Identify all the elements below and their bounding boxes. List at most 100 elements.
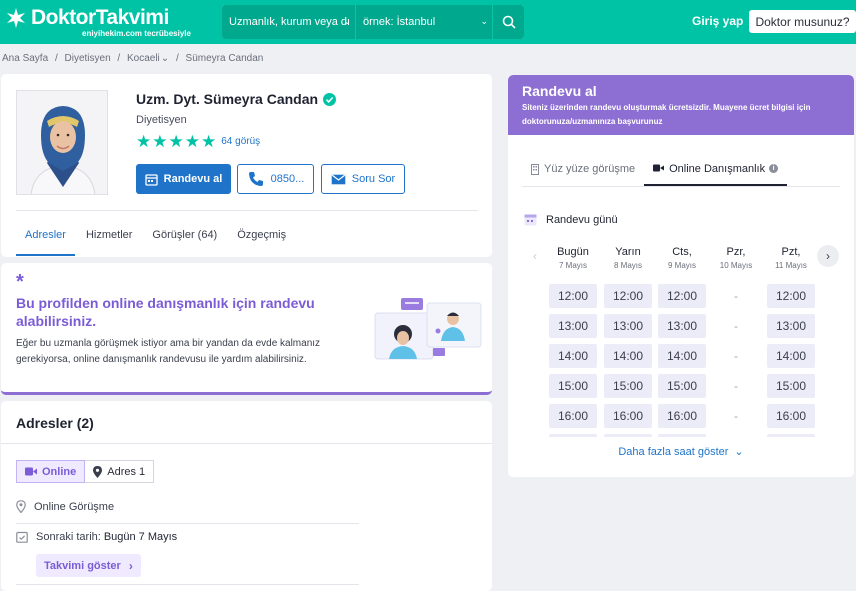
search-bar: Uzmanlık, kurum veya dı ⌄ örnek: İstanbul… <box>222 5 524 39</box>
time-slot[interactable]: 13:00 <box>767 314 815 338</box>
map-pin-icon <box>16 500 26 513</box>
map-pin-icon <box>93 465 103 478</box>
show-calendar-button[interactable]: Takvimi göster › <box>36 554 141 577</box>
appointment-day-label: Randevu günü <box>524 213 618 226</box>
star-icon: ★ <box>201 132 217 151</box>
divider <box>1 443 492 444</box>
time-slot[interactable]: 12:00 <box>658 284 706 308</box>
time-slot[interactable]: 13:00 <box>604 314 652 338</box>
envelope-icon <box>331 174 346 184</box>
time-slot[interactable]: 15:00 <box>549 374 597 398</box>
banner-text: Eğer bu uzmanla görüşmek istiyor ama bir… <box>16 338 321 365</box>
time-slot[interactable]: 16:00 <box>767 404 815 428</box>
video-call-illustration <box>374 298 482 360</box>
tab-addresses[interactable]: Adresler <box>16 211 75 256</box>
chevron-down-icon: ⌄ <box>480 16 488 26</box>
time-slot-unavailable: - <box>734 319 738 333</box>
chevron-down-icon: ⌄ <box>734 446 744 458</box>
breadcrumb-separator: / <box>117 53 121 64</box>
time-slot[interactable]: 12:00 <box>767 284 815 308</box>
day-date: 7 Mayıs <box>558 261 587 270</box>
time-slot[interactable]: 12:00 <box>549 284 597 308</box>
time-slot[interactable]: 15:00 <box>767 374 815 398</box>
time-slot[interactable]: 13:00 <box>658 314 706 338</box>
asterisk-icon: * <box>16 271 24 293</box>
booking-tabs: Yüz yüze görüşme Online Danışmanlık i <box>522 153 840 187</box>
star-icon: ★ <box>168 132 184 151</box>
breadcrumb-home[interactable]: Ana Sayfa <box>2 53 48 64</box>
specialty-placeholder: Uzmanlık, kurum veya dı <box>229 16 351 28</box>
tab-in-person[interactable]: Yüz yüze görüşme <box>522 153 644 186</box>
banner-title: Bu profilden online danışmanlık için ran… <box>16 295 315 329</box>
toggle-address-1[interactable]: Adres 1 <box>85 460 155 483</box>
show-more-times-link[interactable]: Daha fazla saat göster ⌄ <box>508 445 854 458</box>
profile-card: Uzm. Dyt. Sümeyra Candan Diyetisyen ★ ★ ★ ★… <box>1 74 492 257</box>
booking-widget: Randevu al Siteniz üzerinden randevu olu… <box>508 75 854 477</box>
tab-online-label: Online Danışmanlık <box>669 163 766 175</box>
day-date: 8 Mayıs <box>613 261 642 270</box>
day-name: Cts, <box>672 246 692 258</box>
video-camera-icon <box>653 164 665 172</box>
breadcrumb-city[interactable]: Kocaeli <box>127 53 160 64</box>
profile-tabs: Adresler Hizmetler Görüşler (64) Özgeçmi… <box>16 211 478 256</box>
phone-label: 0850... <box>270 173 305 185</box>
ask-question-button[interactable]: Soru Sor <box>321 164 405 194</box>
book-appointment-label: Randevu al <box>163 173 223 185</box>
chevron-left-icon: ‹ <box>533 249 537 263</box>
previous-days-button[interactable]: ‹ <box>524 245 546 267</box>
doctor-button[interactable]: Doktor musunuz? <box>749 10 856 33</box>
time-slot[interactable]: 14:00 <box>549 344 597 368</box>
tab-services[interactable]: Hizmetler <box>77 211 141 256</box>
book-appointment-button[interactable]: Randevu al <box>136 164 231 194</box>
day-name: Pzt, <box>781 246 801 258</box>
logo[interactable]: DoktorTakvimi eniyihekim.com tecrübesiyl… <box>4 6 191 38</box>
time-slot[interactable]: 14:00 <box>767 344 815 368</box>
show-calendar-label: Takvimi göster <box>44 559 121 572</box>
breadcrumb-current: Sümeyra Candan <box>185 53 264 64</box>
time-slot[interactable] <box>549 434 597 437</box>
time-slot-unavailable: - <box>734 379 738 393</box>
calendar-icon <box>524 214 537 226</box>
chevron-down-icon: ⌄ <box>343 16 351 26</box>
online-consultation-banner: * Bu profilden online danışmanlık için r… <box>1 263 492 395</box>
toggle-online[interactable]: Online <box>16 460 86 483</box>
location-search-input[interactable]: örnek: İstanbul ⌄ <box>356 5 492 39</box>
time-slot[interactable]: 16:00 <box>604 404 652 428</box>
time-slot[interactable]: 14:00 <box>658 344 706 368</box>
tab-biography[interactable]: Özgeçmiş <box>228 211 295 256</box>
video-camera-icon <box>25 467 37 476</box>
time-slot[interactable]: 12:00 <box>604 284 652 308</box>
doctor-photo[interactable] <box>16 90 108 195</box>
star-icon: ★ <box>184 132 200 151</box>
reviews-link[interactable]: 64 görüş <box>221 136 260 147</box>
tab-online[interactable]: Online Danışmanlık i <box>644 153 788 186</box>
addresses-title: Adresler (2) <box>16 415 94 431</box>
divider <box>16 523 359 524</box>
time-slot[interactable]: 15:00 <box>604 374 652 398</box>
calendar-check-icon <box>16 531 28 543</box>
day-name: Bugün <box>557 246 589 258</box>
next-days-button[interactable]: › <box>817 245 839 267</box>
time-slot-grid: Bugün 7 Mayıs 12:00 13:00 14:00 15:00 16:00 Yar… <box>548 246 818 437</box>
info-icon[interactable]: i <box>769 164 779 173</box>
breadcrumb-specialty[interactable]: Diyetisyen <box>65 53 111 64</box>
time-slot[interactable] <box>767 434 815 437</box>
time-slot[interactable]: 16:00 <box>658 404 706 428</box>
time-slot[interactable] <box>604 434 652 437</box>
specialty-search-input[interactable]: Uzmanlık, kurum veya dı ⌄ <box>222 5 356 39</box>
phone-button[interactable]: 0850... <box>237 164 314 194</box>
time-slot[interactable] <box>658 434 706 437</box>
next-date: Sonraki tarih: Bugün 7 Mayıs <box>16 531 177 543</box>
tab-reviews[interactable]: Görüşler (64) <box>143 211 226 256</box>
chevron-down-icon: ⌄ <box>160 53 170 64</box>
login-link[interactable]: Giriş yap <box>692 14 743 28</box>
time-slot[interactable]: 13:00 <box>549 314 597 338</box>
breadcrumb-separator: / <box>54 53 58 64</box>
time-slot[interactable]: 15:00 <box>658 374 706 398</box>
time-slot-unavailable: - <box>734 349 738 363</box>
time-slot[interactable]: 16:00 <box>549 404 597 428</box>
time-slot[interactable]: 14:00 <box>604 344 652 368</box>
day-column-header: Cts, 9 Mayıs <box>657 246 707 270</box>
chevron-right-icon: › <box>128 558 133 573</box>
search-button[interactable] <box>492 5 524 39</box>
